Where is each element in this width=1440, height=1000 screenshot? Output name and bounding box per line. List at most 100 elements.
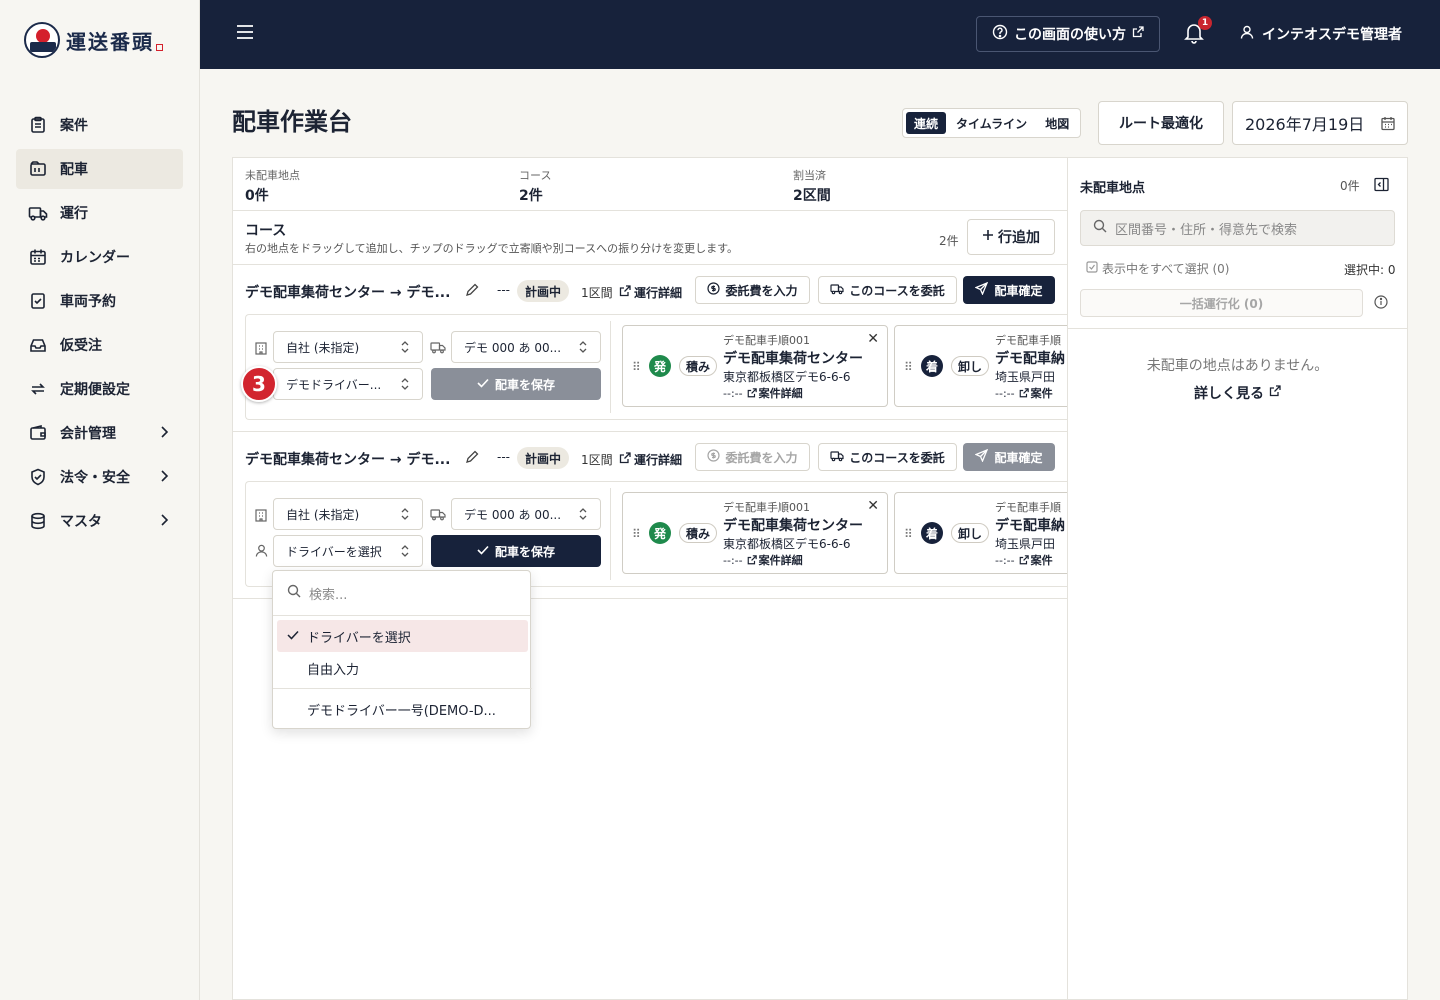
outsource-course-button[interactable]: このコースを委託 (818, 443, 957, 471)
stop-time: --:-- (995, 553, 1015, 567)
stop-chip[interactable]: ⠿ 着 卸し デモ配車手順 デモ配車納 埼玉県戸田 --:-- 案件 (894, 325, 1069, 407)
case-detail-link[interactable]: 案件 (1019, 385, 1053, 401)
sidebar-item-dispatch[interactable]: 配車 (16, 149, 183, 189)
dropdown-search[interactable]: 検索... (273, 571, 530, 616)
stop-name: デモ配車集荷センター (723, 351, 863, 367)
driver-select-value: ドライバーを選択 (286, 544, 382, 559)
case-detail-link[interactable]: 案件詳細 (747, 552, 803, 568)
vehicle-select[interactable]: デモ 000 あ 00... (451, 498, 601, 530)
user-menu[interactable]: インテオスデモ管理者 (1240, 24, 1402, 44)
page-title: 配車作業台 (232, 108, 352, 136)
view-tab-continuous[interactable]: 連続 (906, 112, 947, 134)
logo-mark-icon (24, 22, 60, 58)
course-name: デモ配車集荷センター → デモ... (245, 285, 451, 301)
route-optimize-button[interactable]: ルート最適化 (1098, 101, 1224, 145)
operation-detail-link[interactable]: 運行詳細 (619, 451, 682, 468)
dropdown-option[interactable]: 自由入力 (277, 652, 528, 684)
logo-text: 運送番頭 (66, 29, 154, 54)
hamburger-menu-icon[interactable] (236, 24, 254, 44)
departure-badge: 発 (649, 522, 671, 544)
drag-handle-icon[interactable]: ⠿ (904, 360, 913, 374)
sidebar-nav: 案件 配車 運行 カレンダー 車両予約 仮受注 定期便設定 会計管理 法令・安全… (16, 105, 183, 545)
view-tab-timeline[interactable]: タイムライン (948, 112, 1035, 134)
date-picker[interactable]: 2026年7月19日 (1232, 101, 1408, 145)
search-placeholder: 区間番号・住所・得意先で検索 (1115, 222, 1298, 238)
sidebar-item-label: 車両予約 (60, 294, 116, 310)
stop-search-input[interactable]: 区間番号・住所・得意先で検索 (1080, 210, 1395, 246)
case-detail-label: 案件 (1030, 554, 1053, 567)
stop-name: デモ配車集荷センター (723, 518, 863, 534)
send-icon (974, 448, 989, 465)
user-name: インテオスデモ管理者 (1262, 27, 1402, 43)
learn-more-link[interactable]: 詳しく見る (1068, 383, 1407, 403)
drag-handle-icon[interactable]: ⠿ (632, 360, 641, 374)
close-icon[interactable]: ✕ (867, 331, 879, 347)
chevron-updown-icon (400, 544, 410, 561)
drag-handle-icon[interactable]: ⠿ (904, 527, 913, 541)
divider (610, 321, 611, 413)
help-button[interactable]: この画面の使い方 (976, 16, 1160, 52)
pencil-icon[interactable] (465, 283, 479, 301)
case-detail-link[interactable]: 案件 (1019, 552, 1053, 568)
enter-fee-button[interactable]: 委託費を入力 (695, 276, 810, 304)
operation-detail-link[interactable]: 運行詳細 (619, 284, 682, 301)
company-select-value: 自社 (未指定) (286, 507, 360, 522)
top-bar: この画面の使い方 1 インテオスデモ管理者 (200, 0, 1440, 69)
stop-chip[interactable]: ⠿ 発 積み デモ配車手順001 デモ配車集荷センター 東京都板橋区デモ6-6-… (622, 492, 888, 574)
sidebar-item-compliance[interactable]: 法令・安全 (16, 457, 183, 497)
enter-fee-button[interactable]: 委託費を入力 (695, 443, 810, 471)
outsource-course-button[interactable]: このコースを委託 (818, 276, 957, 304)
pencil-icon[interactable] (465, 450, 479, 468)
save-dispatch-button[interactable]: 配車を保存 (431, 535, 601, 567)
company-select-value: 自社 (未指定) (286, 340, 360, 355)
outsource-course-label: このコースを委託 (849, 283, 945, 298)
sidebar-item-tentative-orders[interactable]: 仮受注 (16, 325, 183, 365)
case-detail-link[interactable]: 案件詳細 (747, 385, 803, 401)
divider (1068, 328, 1407, 329)
info-icon[interactable] (1374, 295, 1388, 313)
panel-count: 0件 (1340, 179, 1360, 193)
operation-detail-label: 運行詳細 (634, 286, 683, 300)
app-logo[interactable]: 運送番頭 (24, 22, 163, 58)
sidebar-item-operations[interactable]: 運行 (16, 193, 183, 233)
enter-fee-label: 委託費を入力 (725, 450, 798, 465)
add-row-button[interactable]: 行追加 (967, 219, 1055, 255)
sidebar-item-cases[interactable]: 案件 (16, 105, 183, 145)
vehicle-select[interactable]: デモ 000 あ 00... (451, 331, 601, 363)
sidebar-item-vehicle-booking[interactable]: 車両予約 (16, 281, 183, 321)
stop-chip[interactable]: ⠿ 着 卸し デモ配車手順 デモ配車納 埼玉県戸田 --:-- 案件 (894, 492, 1069, 574)
bulk-operation-button[interactable]: 一括運行化 (0) (1080, 289, 1363, 317)
stop-address: 埼玉県戸田 (995, 370, 1056, 384)
drag-handle-icon[interactable]: ⠿ (632, 527, 641, 541)
dropdown-option[interactable]: デモドライバー一号(DEMO-D... (277, 693, 528, 725)
sidebar: 運送番頭 案件 配車 運行 カレンダー 車両予約 仮受注 定期便設定 会計管理 … (0, 0, 200, 1000)
driver-select[interactable]: デモドライバー... (273, 368, 423, 400)
view-tab-map[interactable]: 地図 (1037, 112, 1077, 134)
sidebar-item-label: 法令・安全 (60, 470, 130, 486)
collapse-panel-icon[interactable] (1374, 177, 1389, 196)
company-select[interactable]: 自社 (未指定) (273, 331, 423, 363)
outsource-course-label: このコースを委託 (849, 450, 945, 465)
driver-select[interactable]: ドライバーを選択 (273, 535, 423, 567)
dropdown-option[interactable]: ドライバーを選択 (277, 620, 528, 652)
company-select[interactable]: 自社 (未指定) (273, 498, 423, 530)
sidebar-item-accounting[interactable]: 会計管理 (16, 413, 183, 453)
confirm-dispatch-button[interactable]: 配車確定 (963, 443, 1055, 471)
select-all-checkbox[interactable]: 表示中をすべて選択 (0) (1086, 260, 1230, 277)
sidebar-item-label: 仮受注 (60, 338, 102, 354)
truck-icon (430, 341, 446, 358)
sidebar-item-calendar[interactable]: カレンダー (16, 237, 183, 277)
selected-count: 選択中: 0 (1344, 263, 1396, 277)
search-icon (1093, 219, 1107, 237)
add-row-label: 行追加 (998, 230, 1040, 246)
sidebar-item-regular-routes[interactable]: 定期便設定 (16, 369, 183, 409)
close-icon[interactable]: ✕ (867, 498, 879, 514)
stat-value: 2区間 (793, 188, 831, 204)
stop-chip[interactable]: ⠿ 発 積み デモ配車手順001 デモ配車集荷センター 東京都板橋区デモ6-6-… (622, 325, 888, 407)
driver-select-value: デモドライバー... (286, 377, 382, 392)
sidebar-item-master[interactable]: マスタ (16, 501, 183, 541)
arrival-badge: 着 (921, 355, 943, 377)
stop-sequence: デモ配車手順001 (723, 334, 810, 347)
confirm-dispatch-button[interactable]: 配車確定 (963, 276, 1055, 304)
save-dispatch-button[interactable]: 配車を保存 (431, 368, 601, 400)
